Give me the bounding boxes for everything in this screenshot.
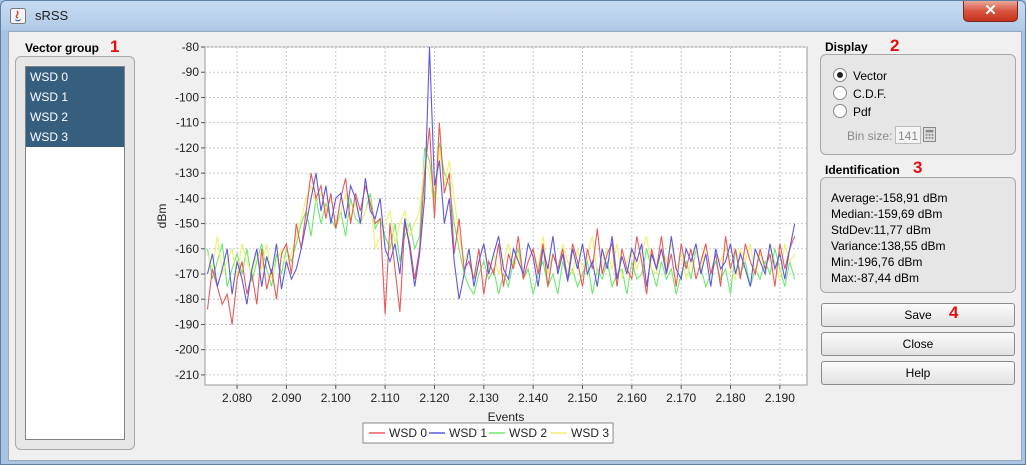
marker-1: 1 [110, 37, 120, 56]
stat-stddev: StdDev:11,77 dBm [831, 223, 931, 237]
x-axis-label: Events [488, 410, 525, 424]
x-tick-label: 2.090 [271, 391, 301, 405]
vector-list[interactable]: WSD 0 WSD 1 WSD 2 WSD 3 [25, 66, 125, 440]
x-tick-label: 2.170 [666, 391, 696, 405]
marker-2: 2 [890, 36, 900, 55]
stat-max: Max:-87,44 dBm [831, 271, 920, 285]
x-tick-label: 2.180 [716, 391, 746, 405]
list-item-wsd-1[interactable]: WSD 1 [26, 87, 124, 107]
y-tick-label: -100 [175, 90, 199, 104]
vector-group-panel: WSD 0 WSD 1 WSD 2 WSD 3 [15, 56, 135, 450]
x-tick-label: 2.150 [567, 391, 597, 405]
y-tick-label: -120 [175, 141, 199, 155]
y-tick-label: -130 [175, 166, 199, 180]
radio-cdf[interactable]: C.D.F. [833, 85, 886, 103]
close-icon: ✕ [984, 2, 997, 19]
x-tick-label: 2.120 [419, 391, 449, 405]
x-tick-label: 2.140 [518, 391, 548, 405]
identification-title: Identification [825, 163, 900, 177]
marker-4: 4 [949, 303, 959, 322]
x-tick-label: 2.160 [617, 391, 647, 405]
help-button[interactable]: Help [821, 361, 1015, 385]
radio-vector-label: Vector [853, 69, 888, 83]
radio-pdf-label: Pdf [853, 105, 872, 119]
client-area: Vector group 1 WSD 0 WSD 1 WSD 2 WSD 3 2… [8, 31, 1022, 461]
legend-label-wsd-2: WSD 2 [509, 426, 547, 440]
y-tick-label: -170 [175, 267, 199, 281]
y-tick-label: -150 [175, 217, 199, 231]
list-item-wsd-2[interactable]: WSD 2 [26, 107, 124, 127]
legend-label-wsd-1: WSD 1 [449, 426, 487, 440]
y-tick-label: -180 [175, 292, 199, 306]
display-title: Display [825, 40, 868, 54]
window-title: sRSS [35, 8, 69, 23]
calculator-icon[interactable] [923, 127, 936, 142]
y-tick-label: -210 [175, 368, 199, 382]
vector-group-title: Vector group [25, 41, 100, 55]
close-button[interactable]: Close [821, 332, 1015, 356]
title-bar[interactable]: sRSS ✕ [1, 1, 1025, 31]
y-tick-label: -160 [175, 242, 199, 256]
x-tick-label: 2.190 [765, 391, 795, 405]
java-app-icon [10, 8, 26, 24]
radio-cdf-button[interactable] [833, 86, 847, 100]
identification-panel: Average:-158,91 dBm Median:-159,69 dBm S… [820, 177, 1016, 293]
radio-pdf-button[interactable] [833, 104, 847, 118]
y-tick-label: -200 [175, 343, 199, 357]
y-tick-label: -110 [176, 116, 199, 130]
legend-label-wsd-0: WSD 0 [389, 426, 427, 440]
y-axis-label: dBm [155, 204, 169, 229]
x-tick-label: 2.080 [222, 391, 252, 405]
stat-variance: Variance:138,55 dBm [831, 239, 946, 253]
radio-cdf-label: C.D.F. [853, 87, 887, 101]
marker-3: 3 [913, 158, 923, 177]
bin-size-input[interactable]: 141 [895, 126, 921, 144]
list-item-wsd-3[interactable]: WSD 3 [26, 127, 124, 147]
legend-label-wsd-3: WSD 3 [571, 426, 609, 440]
radio-pdf[interactable]: Pdf [833, 103, 871, 121]
radio-vector-button[interactable] [833, 68, 847, 82]
stat-average: Average:-158,91 dBm [831, 191, 948, 205]
list-item-wsd-0[interactable]: WSD 0 [26, 67, 124, 87]
y-tick-label: -190 [175, 317, 199, 331]
bin-size-label: Bin size: [847, 129, 893, 143]
vector-chart: 2.080 2.090 2.100 2.110 2.120 2.130 2.140 2.150… [155, 40, 808, 444]
x-tick-label: 2.100 [321, 391, 351, 405]
app-window: sRSS ✕ Vector group 1 WSD 0 WSD 1 WSD 2 … [0, 0, 1026, 465]
window-close-button[interactable]: ✕ [963, 1, 1018, 22]
stat-median: Median:-159,69 dBm [831, 207, 943, 221]
radio-vector[interactable]: Vector [833, 67, 887, 85]
radio-selected-dot [837, 72, 843, 78]
x-tick-label: 2.110 [371, 391, 400, 405]
save-button[interactable]: Save [821, 303, 1015, 327]
x-tick-label: 2.130 [469, 391, 499, 405]
y-tick-label: -80 [182, 40, 200, 54]
y-tick-label: -140 [175, 191, 199, 205]
stat-min: Min:-196,76 dBm [831, 255, 923, 269]
display-panel: Vector C.D.F. Pdf Bin size: 141 [820, 54, 1016, 155]
y-tick-label: -90 [182, 65, 200, 79]
